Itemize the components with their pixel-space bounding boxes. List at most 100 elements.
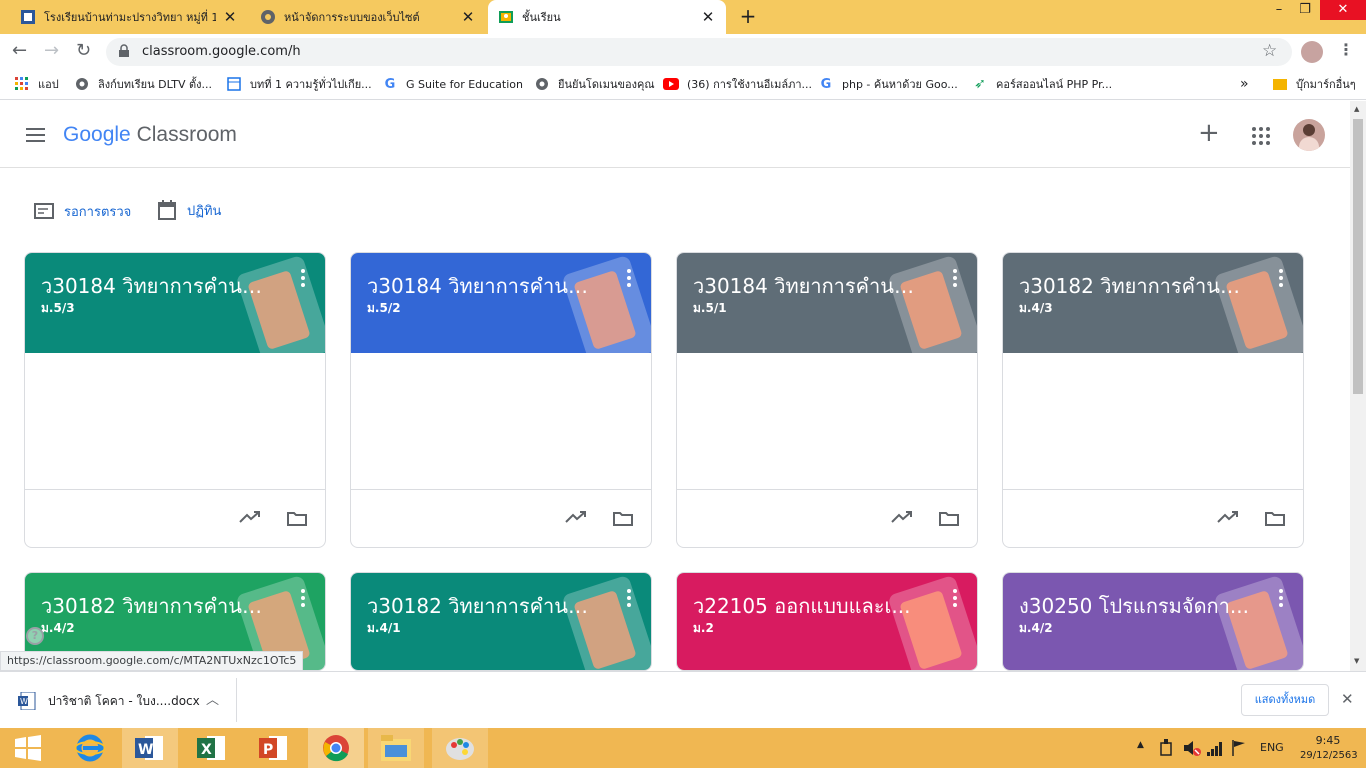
forward-button[interactable]: → — [44, 40, 64, 61]
card-more-options-icon[interactable] — [627, 269, 631, 287]
trending-icon[interactable] — [565, 510, 586, 524]
bookmark-php-search[interactable]: G php - ค้นหาด้วย Goo... — [818, 70, 958, 98]
card-more-options-icon[interactable] — [953, 269, 957, 287]
to-review-link[interactable]: รอการตรวจ — [34, 201, 131, 221]
card-header[interactable]: ว30184 วิทยาการคำนว... ม.5/2 — [351, 253, 651, 372]
class-title[interactable]: ว30184 วิทยาการคำนว... — [693, 270, 923, 302]
scrollbar-thumb[interactable] — [1353, 119, 1363, 394]
card-more-options-icon[interactable] — [1279, 589, 1283, 607]
class-card[interactable]: ว22105 ออกแบบและเ... ม.2 — [676, 572, 978, 671]
bookmark-dltv[interactable]: ลิงก์บทเรียน DLTV ตั้ง... — [74, 70, 212, 98]
back-button[interactable]: ← — [12, 40, 32, 61]
class-card[interactable]: ว30182 วิทยาการคำนว... ม.4/3 — [1002, 252, 1304, 548]
excel-icon[interactable]: X — [184, 728, 240, 768]
reload-button[interactable]: ↻ — [76, 40, 96, 61]
class-title[interactable]: ว30184 วิทยาการคำนว... — [367, 270, 597, 302]
class-title[interactable]: ว22105 ออกแบบและเ... — [693, 590, 923, 622]
bookmark-youtube[interactable]: (36) การใช้งานอีเมล์ภา... — [663, 70, 812, 98]
trending-icon[interactable] — [1217, 510, 1238, 524]
clock-date: 29/12/2563 — [1300, 750, 1358, 761]
calendar-link[interactable]: ปฏิทิน — [158, 200, 221, 220]
class-card[interactable]: ว30184 วิทยาการคำนว... ม.5/2 — [350, 252, 652, 548]
download-filename[interactable]: ปาริชาติ โคคา - ใบง....docx — [48, 692, 200, 711]
action-center-flag-icon[interactable] — [1231, 740, 1247, 756]
card-header[interactable]: ว30184 วิทยาการคำนว... ม.5/3 — [25, 253, 325, 372]
folder-icon[interactable] — [287, 510, 307, 526]
chrome-menu-icon[interactable]: ⋮ — [1338, 40, 1354, 62]
help-icon[interactable]: ? — [26, 627, 44, 645]
card-footer — [677, 489, 977, 547]
class-card[interactable]: ง30250 โปรแกรมจัดกา... ม.4/2 — [1002, 572, 1304, 671]
chevron-up-icon[interactable]: ︿ — [206, 689, 219, 708]
new-tab-button[interactable]: + — [738, 6, 758, 26]
bookmark-php-course[interactable]: ➶ คอร์สออนไลน์ PHP Pr... — [972, 70, 1112, 98]
tab-classroom[interactable]: ชั้นเรียน ✕ — [488, 0, 726, 34]
system-clock[interactable]: 9:45 29/12/2563 — [1300, 733, 1358, 763]
scroll-up-icon[interactable]: ▲ — [1354, 105, 1359, 113]
address-bar[interactable]: classroom.google.com/h ☆ — [106, 38, 1292, 66]
close-tab-icon[interactable]: ✕ — [222, 8, 238, 26]
page-scrollbar[interactable]: ▲ ▼ — [1350, 101, 1366, 671]
scroll-down-icon[interactable]: ▼ — [1354, 657, 1359, 665]
network-signal-icon[interactable] — [1207, 740, 1223, 756]
bookmark-star-icon[interactable]: ☆ — [1262, 41, 1277, 61]
card-more-options-icon[interactable] — [1279, 269, 1283, 287]
paint-icon[interactable] — [432, 728, 488, 768]
class-title[interactable]: ว30182 วิทยาการคำนว... — [41, 590, 271, 622]
class-card[interactable]: ว30184 วิทยาการคำนว... ม.5/1 — [676, 252, 978, 548]
input-language[interactable]: ENG — [1260, 741, 1284, 754]
class-title[interactable]: ว30182 วิทยาการคำนว... — [367, 590, 597, 622]
card-footer — [1003, 489, 1303, 547]
tab-site-admin[interactable]: หน้าจัดการระบบของเว็บไซต์ ✕ — [250, 0, 486, 34]
bookmark-apps[interactable]: แอป — [14, 70, 59, 98]
card-more-options-icon[interactable] — [301, 269, 305, 287]
more-bookmarks-button[interactable]: » — [1240, 70, 1249, 98]
folder-icon[interactable] — [1265, 510, 1285, 526]
card-more-options-icon[interactable] — [627, 589, 631, 607]
class-title[interactable]: ง30250 โปรแกรมจัดกา... — [1019, 590, 1249, 622]
word-icon[interactable]: W — [122, 728, 178, 768]
google-classroom-logo[interactable]: Google Classroom — [63, 123, 237, 147]
chrome-icon[interactable] — [308, 728, 364, 768]
power-icon[interactable] — [1158, 739, 1174, 757]
card-header[interactable]: ว22105 ออกแบบและเ... ม.2 — [677, 573, 977, 670]
bookmark-chapter1[interactable]: บทที่ 1 ความรู้ทั่วไปเกีย... — [226, 70, 372, 98]
google-apps-icon[interactable] — [1252, 127, 1270, 145]
tab-title: โรงเรียนบ้านท่ามะปรางวิทยา หมู่ที่ 1 ต..… — [44, 11, 216, 24]
close-tab-icon[interactable]: ✕ — [700, 8, 716, 26]
card-more-options-icon[interactable] — [301, 589, 305, 607]
class-title[interactable]: ว30182 วิทยาการคำนว... — [1019, 270, 1249, 302]
profile-avatar[interactable] — [1301, 41, 1323, 63]
card-header[interactable]: ว30182 วิทยาการคำนว... ม.4/1 — [351, 573, 651, 670]
card-header[interactable]: ว30184 วิทยาการคำนว... ม.5/1 — [677, 253, 977, 372]
close-download-bar-icon[interactable]: ✕ — [1341, 690, 1354, 708]
internet-explorer-icon[interactable] — [62, 728, 118, 768]
close-tab-icon[interactable]: ✕ — [460, 8, 476, 26]
windows-taskbar: W X P ▲ ENG 9:45 29/12/2563 — [0, 728, 1366, 768]
class-section: ม.5/1 — [693, 301, 727, 315]
card-header[interactable]: ว30182 วิทยาการคำนว... ม.4/3 — [1003, 253, 1303, 372]
class-title[interactable]: ว30184 วิทยาการคำนว... — [41, 270, 271, 302]
bookmark-verify-domain[interactable]: ยืนยันโดเมนของคุณ — [534, 70, 655, 98]
file-explorer-icon[interactable] — [368, 728, 424, 768]
folder-icon[interactable] — [939, 510, 959, 526]
close-window-button[interactable]: ✕ — [1320, 0, 1366, 20]
show-all-downloads-button[interactable]: แสดงทั้งหมด — [1241, 684, 1329, 716]
card-more-options-icon[interactable] — [953, 589, 957, 607]
powerpoint-icon[interactable]: P — [246, 728, 302, 768]
trending-icon[interactable] — [891, 510, 912, 524]
tab-school-doc[interactable]: โรงเรียนบ้านท่ามะปรางวิทยา หมู่ที่ 1 ต..… — [10, 0, 248, 34]
main-menu-icon[interactable] — [26, 127, 46, 143]
trending-icon[interactable] — [239, 510, 260, 524]
other-bookmarks[interactable]: บุ๊กมาร์กอื่นๆ — [1272, 70, 1356, 98]
start-icon[interactable] — [0, 728, 56, 768]
volume-muted-icon[interactable] — [1183, 739, 1201, 757]
class-card[interactable]: ว30182 วิทยาการคำนว... ม.4/1 — [350, 572, 652, 671]
add-class-button[interactable]: + — [1198, 120, 1220, 146]
class-card[interactable]: ว30184 วิทยาการคำนว... ม.5/3 — [24, 252, 326, 548]
account-avatar[interactable] — [1293, 119, 1325, 151]
card-header[interactable]: ง30250 โปรแกรมจัดกา... ม.4/2 — [1003, 573, 1303, 670]
show-hidden-icons-icon[interactable]: ▲ — [1137, 740, 1144, 750]
bookmark-gsuite[interactable]: G G Suite for Education — [382, 70, 523, 98]
folder-icon[interactable] — [613, 510, 633, 526]
